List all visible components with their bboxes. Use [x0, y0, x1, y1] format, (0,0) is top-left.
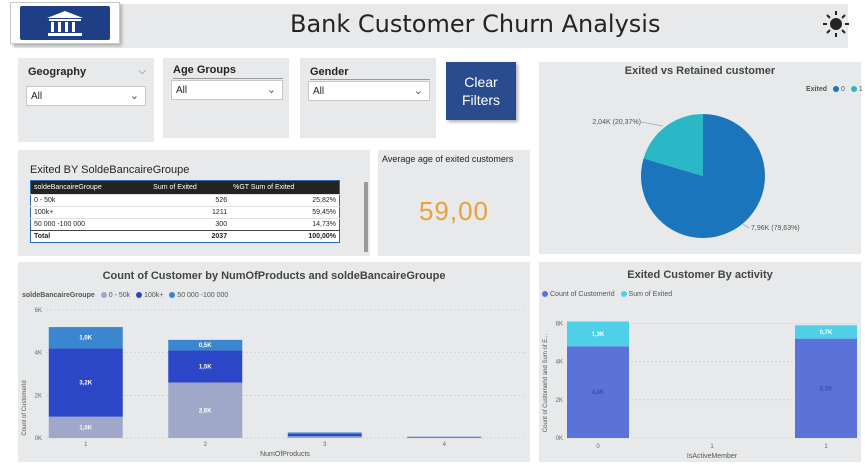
- table-cell: 300: [150, 218, 231, 231]
- x-tick-label: 0: [596, 444, 600, 450]
- table-cell: 14,73%: [230, 218, 340, 231]
- column-header[interactable]: soldeBancaireGroupe: [30, 180, 151, 195]
- y-tick-label: 2K: [35, 393, 42, 399]
- column-header[interactable]: Sum of Exited: [150, 180, 231, 195]
- kpi-value: 59,00: [418, 196, 490, 226]
- table-title: Exited BY SoldeBancaireGroupe: [30, 164, 190, 176]
- table-cell: 100k+: [30, 206, 151, 219]
- bar-segment: [287, 432, 362, 434]
- bar-data-label: 3,2K: [79, 381, 92, 387]
- column-header[interactable]: %GT Sum of Exited: [230, 180, 340, 195]
- clear-filters-line2: Filters: [461, 92, 501, 108]
- divider: [310, 79, 430, 80]
- bar-data-label: 0,7K: [820, 330, 833, 336]
- bar-data-label: 2,6K: [199, 408, 212, 414]
- divider: [173, 78, 283, 79]
- age-groups-value: All: [176, 85, 188, 96]
- pie-leader-line: [640, 121, 664, 127]
- geography-slicer: Geography ⌵ All ⌄: [18, 58, 154, 142]
- y-tick-label: 4K: [35, 351, 42, 357]
- bar-data-label: 1,0K: [79, 425, 92, 431]
- table-cell: 100,00%: [230, 230, 340, 243]
- bar-data-label: 4,8K: [592, 390, 605, 396]
- chevron-down-icon: ⌄: [129, 90, 139, 102]
- table-cell: 59,45%: [230, 206, 340, 219]
- age-groups-slicer: Age Groups All ⌄: [163, 58, 289, 138]
- page-title: Bank Customer Churn Analysis: [290, 10, 661, 38]
- bar-segment: [407, 437, 482, 439]
- bar-data-label: 0,5K: [199, 343, 212, 349]
- y-tick-label: 0K: [556, 436, 563, 442]
- table-row[interactable]: 50 000 -100 000 300 14,73%: [30, 218, 340, 231]
- theme-toggle-button[interactable]: [820, 8, 852, 40]
- chevron-down-icon: ⌄: [413, 85, 423, 97]
- bar-segment: [287, 433, 362, 437]
- gender-dropdown[interactable]: All ⌄: [308, 81, 430, 101]
- y-tick-label: 0K: [35, 436, 42, 442]
- x-tick-label: 3: [323, 442, 327, 448]
- pie-leader-line: [742, 223, 750, 229]
- y-axis-title: Count of CustomerId: [22, 380, 28, 435]
- x-tick-label: 1: [84, 442, 88, 448]
- table-total-row: Total 2037 100,00%: [30, 230, 340, 243]
- x-tick-label: 4: [443, 442, 447, 448]
- clear-filters-line1: Clear: [464, 74, 498, 90]
- age-groups-slicer-label: Age Groups: [173, 64, 236, 76]
- pie-chart: 2,04K (20,37%) 7,96K (79,63%): [592, 114, 800, 238]
- table-scrollbar[interactable]: [364, 182, 368, 252]
- age-groups-dropdown[interactable]: All ⌄: [171, 80, 283, 100]
- bar-data-label: 1,0K: [79, 336, 92, 342]
- clear-filters-button[interactable]: Clear Filters: [446, 62, 516, 120]
- table-row[interactable]: 0 - 50k 526 25,82%: [30, 194, 340, 207]
- report-canvas: Bank Customer Churn Analysis Geography ⌵…: [0, 0, 865, 473]
- table-cell: Total: [30, 230, 151, 243]
- table-cell: 526: [150, 194, 231, 207]
- table-row[interactable]: 100k+ 1211 59,45%: [30, 206, 340, 219]
- gender-slicer: Gender All ⌄: [300, 58, 436, 138]
- pie-data-label: 7,96K (79,63%): [751, 225, 800, 232]
- chevron-down-icon[interactable]: ⌵: [138, 66, 146, 77]
- x-axis-title: IsActiveMember: [687, 453, 738, 460]
- bar-segment: [407, 436, 482, 438]
- y-tick-label: 6K: [556, 321, 563, 327]
- kpi-title: Average age of exited customers: [382, 154, 514, 164]
- bar-segment: [287, 436, 362, 438]
- geography-slicer-label: Geography: [28, 66, 87, 78]
- table-cell: 25,82%: [230, 194, 340, 207]
- x-tick-label: 1: [824, 444, 828, 450]
- geography-dropdown[interactable]: All ⌄: [26, 86, 146, 106]
- x-tick-label: 1: [710, 444, 714, 450]
- table-cell: 1211: [150, 206, 231, 219]
- table-cell: 2037: [150, 230, 231, 243]
- bank-logo: [10, 2, 120, 44]
- y-tick-label: 2K: [556, 398, 563, 404]
- x-axis-title: NumOfProducts: [260, 451, 310, 458]
- y-tick-label: 6K: [35, 308, 42, 314]
- geography-value: All: [31, 91, 43, 102]
- activity-chart: 0K 2K 4K 6K 4,8K 1,3K 5,2K 0,7K 0 1 1 IsActiveMembe…: [543, 321, 857, 460]
- exited-table: soldeBancaireGroupe Sum of Exited %GT Su…: [30, 180, 340, 243]
- table-header-row: soldeBancaireGroupe Sum of Exited %GT Su…: [30, 180, 340, 195]
- pie-data-label: 2,04K (20,37%): [592, 119, 641, 126]
- y-axis-title: Count of CustomerId and Sum of E...: [543, 333, 549, 432]
- table-cell: 0 - 50k: [30, 194, 151, 207]
- y-tick-label: 4K: [556, 360, 563, 366]
- gender-value: All: [313, 86, 325, 97]
- chevron-down-icon: ⌄: [266, 84, 276, 96]
- products-chart: 0K 2K 4K 6K 1,0K 3,2K 1,0K 1 2,6K 1,5K 0,5K 2 3 4 NumO…: [22, 308, 524, 458]
- bar-data-label: 5,2K: [820, 386, 833, 392]
- sun-icon: [823, 11, 849, 37]
- gender-slicer-label: Gender: [310, 66, 349, 78]
- bank-building-icon: [20, 6, 110, 40]
- table-cell: 50 000 -100 000: [30, 218, 151, 231]
- bar-data-label: 1,3K: [592, 332, 605, 338]
- x-tick-label: 2: [204, 442, 208, 448]
- bar-data-label: 1,5K: [199, 365, 212, 371]
